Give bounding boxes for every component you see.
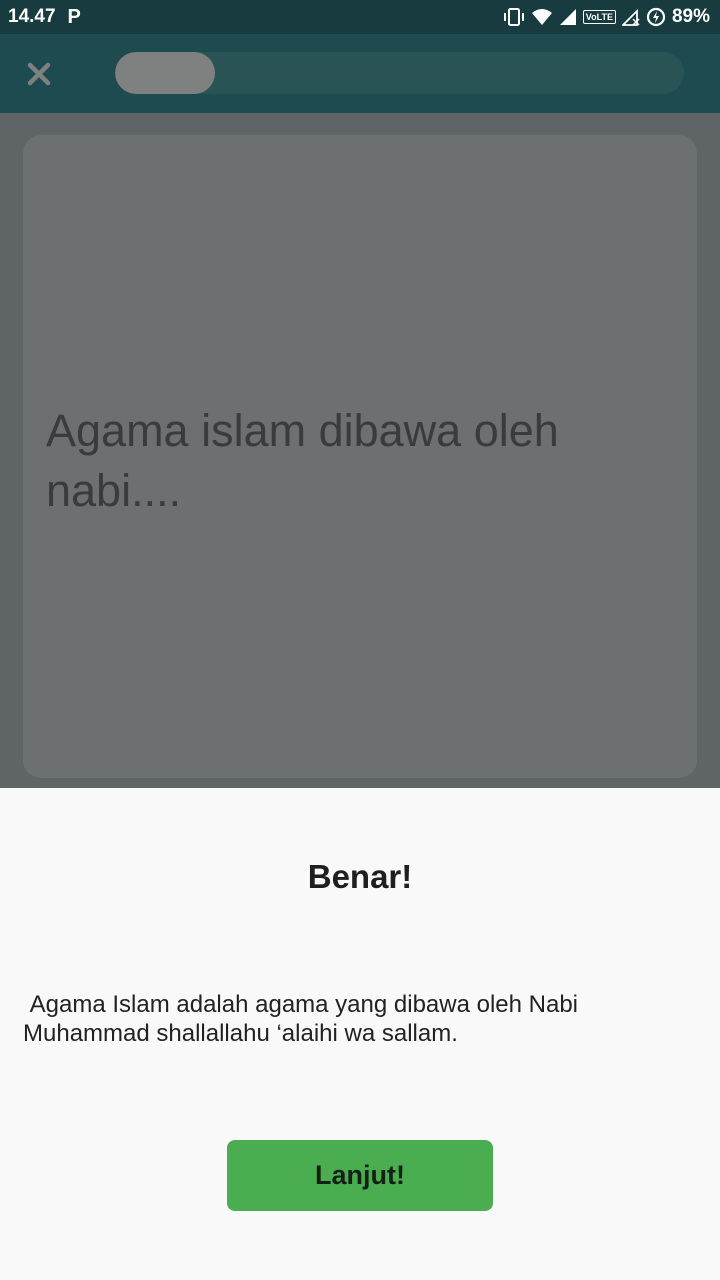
- result-explanation: Agama Islam adalah agama yang dibawa ole…: [23, 991, 579, 1047]
- quiz-progress-bar: [115, 52, 684, 94]
- quiz-progress-fill: [115, 52, 215, 94]
- signal-icon: [559, 9, 576, 25]
- status-bar: 14.47 P VoLTE 89%: [0, 0, 720, 34]
- result-bottom-sheet: Benar! Agama Islam adalah agama yang dib…: [0, 788, 720, 1280]
- question-card: Agama islam dibawa oleh nabi....: [23, 135, 697, 778]
- close-icon[interactable]: [26, 61, 52, 87]
- wifi-icon: [531, 9, 552, 25]
- status-right: VoLTE 89%: [503, 6, 710, 28]
- question-text: Agama islam dibawa oleh nabi....: [46, 405, 559, 516]
- signal-no-data-icon: [621, 8, 640, 26]
- result-title: Benar!: [307, 858, 413, 895]
- volte-icon: VoLTE: [582, 10, 616, 24]
- app-bar: [0, 34, 720, 113]
- notification-p-icon: P: [67, 5, 81, 28]
- status-time: 14.47: [8, 6, 56, 27]
- battery-saver-icon: [646, 7, 666, 27]
- vibrate-icon: [503, 8, 524, 26]
- continue-button[interactable]: Lanjut!: [227, 1140, 493, 1211]
- status-left: 14.47 P: [8, 6, 81, 29]
- battery-percent: 89%: [671, 6, 710, 27]
